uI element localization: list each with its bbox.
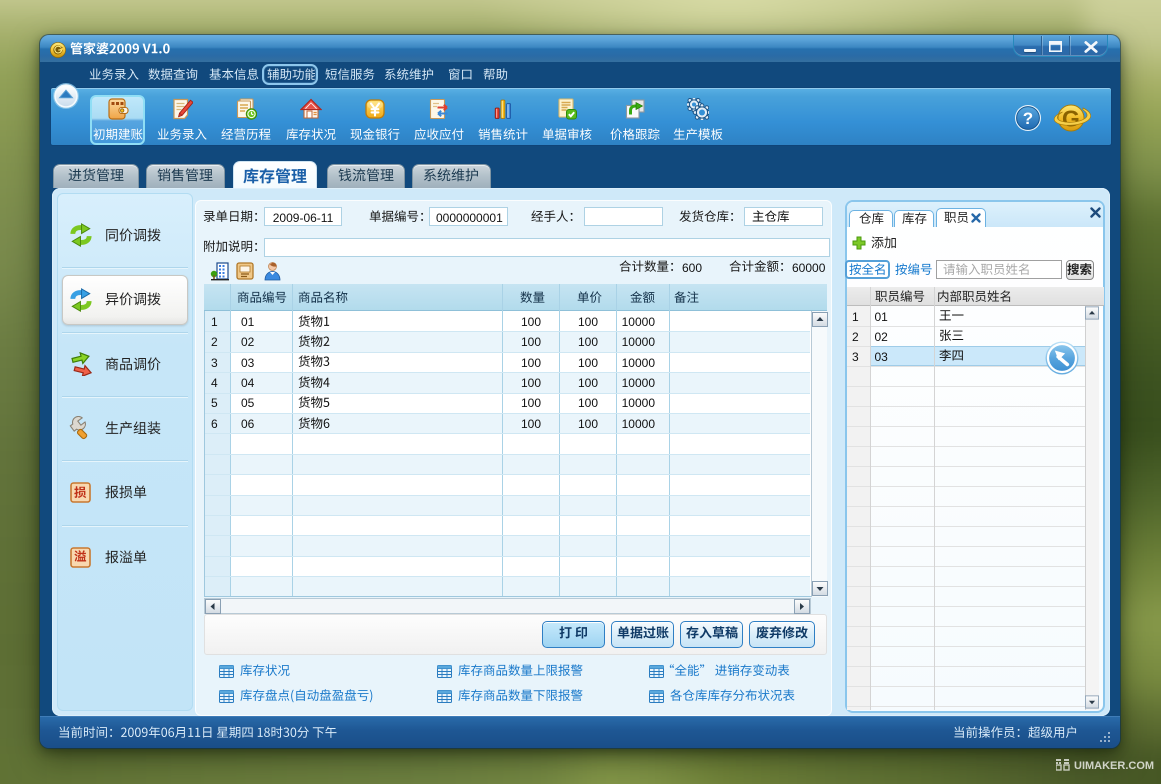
svg-text:G: G [1062, 106, 1080, 132]
svg-text:?: ? [1023, 109, 1033, 128]
